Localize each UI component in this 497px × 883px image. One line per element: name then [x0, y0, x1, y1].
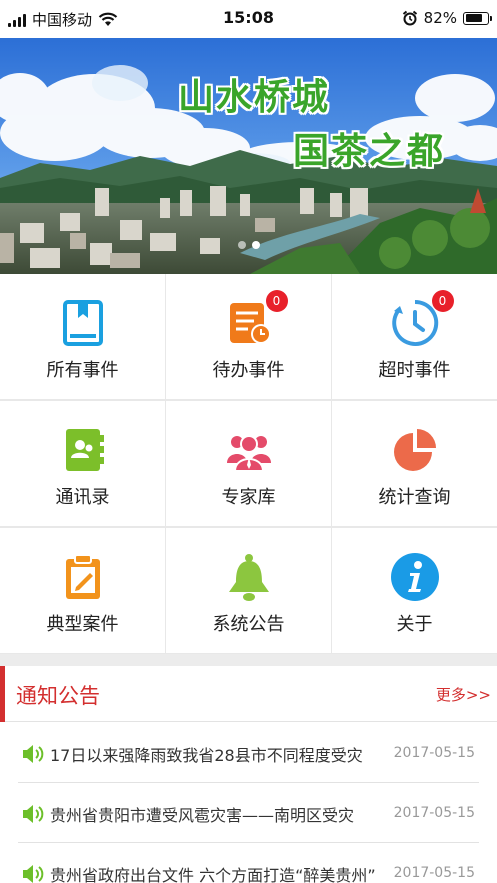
menu-label: 典型案件 [46, 614, 119, 635]
status-right: 82% [402, 9, 492, 27]
notice-item-title: 贵州省政府出台文件 六个方面打造“醉美贵州” [50, 866, 376, 883]
more-link[interactable]: 更多>> [436, 684, 491, 705]
book-icon [58, 298, 108, 348]
carousel-dot[interactable] [251, 241, 260, 249]
carousel-indicator[interactable] [0, 241, 497, 249]
carousel-dot[interactable] [237, 241, 246, 249]
menu-item-experts[interactable]: 专家库 [166, 401, 331, 526]
pending-count-badge: 0 [265, 290, 288, 312]
menu-label: 超时事件 [378, 360, 451, 381]
battery-percent: 82% [423, 9, 457, 27]
todo-list-icon: 0 [224, 290, 288, 348]
menu-item-pending-events[interactable]: 0 待办事件 [166, 274, 331, 399]
notice-title: 通知公告 [16, 684, 100, 708]
menu-item-overdue-events[interactable]: 0 超时事件 [332, 274, 497, 399]
menu-item-about[interactable]: 关于 [332, 528, 497, 653]
menu-item-system-notice[interactable]: 系统公告 [166, 528, 331, 653]
menu-label: 待办事件 [212, 360, 285, 381]
alarm-icon [402, 10, 418, 26]
menu-label: 统计查询 [378, 487, 451, 508]
banner-carousel[interactable]: 山水桥城 国茶之都 [0, 38, 497, 274]
notice-item-title: 17日以来强降雨致我省28县市不同程度受灾 [50, 746, 363, 765]
battery-icon [463, 11, 492, 25]
menu-label: 关于 [396, 614, 433, 635]
info-icon [390, 552, 440, 602]
menu-item-all-events[interactable]: 所有事件 [0, 274, 165, 399]
menu-label: 专家库 [221, 487, 276, 508]
notice-item[interactable]: 贵州省贵阳市遭受风雹灾害——南明区受灾 2017-05-15 [0, 783, 497, 843]
speaker-icon [22, 864, 44, 883]
overdue-count-badge: 0 [431, 290, 454, 312]
notice-header: 通知公告 更多>> [0, 666, 497, 722]
banner-slogan-2: 国茶之都 [293, 131, 446, 172]
menu-item-typical-cases[interactable]: 典型案件 [0, 528, 165, 653]
menu-grid: 所有事件 0 待办事件 0 超时事件 通讯录 专家库 统计查询 典型案件 系统公… [0, 274, 497, 654]
notice-item-date: 2017-05-15 [393, 805, 475, 821]
contacts-icon [58, 425, 108, 475]
menu-label: 系统公告 [212, 614, 285, 635]
experts-icon [224, 425, 274, 475]
clipboard-icon [58, 552, 108, 602]
clock-icon: 0 [390, 290, 454, 348]
bell-icon [224, 552, 274, 602]
notice-item-title: 贵州省贵阳市遭受风雹灾害——南明区受灾 [50, 806, 355, 825]
speaker-icon [22, 744, 44, 764]
menu-item-contacts[interactable]: 通讯录 [0, 401, 165, 526]
menu-label: 所有事件 [46, 360, 119, 381]
menu-label: 通讯录 [55, 487, 110, 508]
status-bar: 中国移动 15:08 82% [0, 0, 497, 38]
speaker-icon [22, 804, 44, 824]
notice-item-date: 2017-05-15 [393, 865, 475, 881]
pie-chart-icon [390, 425, 440, 475]
banner-slogan-1: 山水桥城 [178, 77, 331, 118]
battery-fill [465, 14, 482, 22]
menu-item-statistics[interactable]: 统计查询 [332, 401, 497, 526]
section-divider [0, 654, 497, 666]
notice-item[interactable]: 17日以来强降雨致我省28县市不同程度受灾 2017-05-15 [0, 723, 497, 783]
notice-accent-bar [0, 666, 5, 722]
notice-item[interactable]: 贵州省政府出台文件 六个方面打造“醉美贵州” 2017-05-15 [0, 843, 497, 883]
notice-item-date: 2017-05-15 [393, 745, 475, 761]
